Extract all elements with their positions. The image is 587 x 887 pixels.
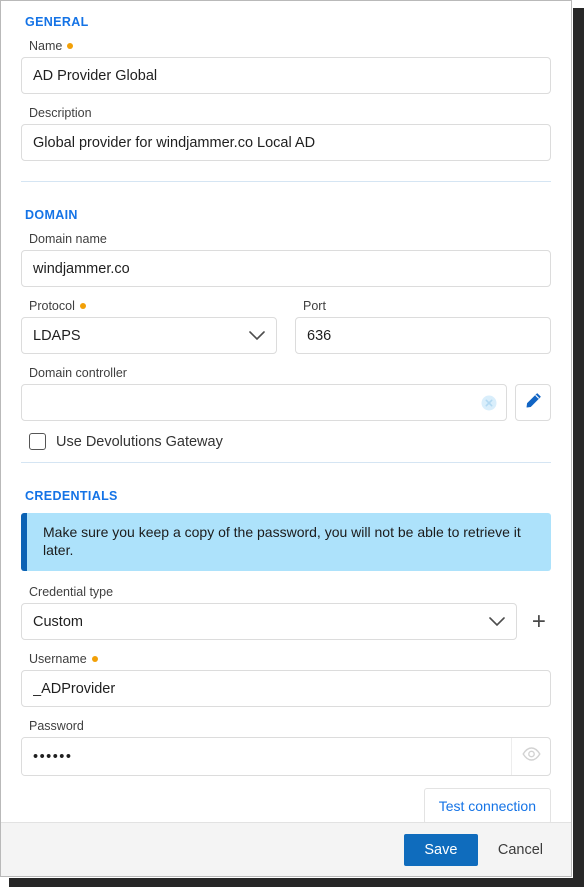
label-domain-name-text: Domain name xyxy=(29,232,107,246)
label-credential-type: Credential type xyxy=(29,585,551,599)
section-general: GENERAL Name Description xyxy=(21,15,551,181)
required-dot-icon xyxy=(92,656,98,662)
clear-icon[interactable] xyxy=(481,395,497,411)
description-input[interactable] xyxy=(21,124,551,161)
section-title-general: GENERAL xyxy=(25,15,551,29)
section-credentials: CREDENTIALS Make sure you keep a copy of… xyxy=(21,462,551,822)
label-password-text: Password xyxy=(29,719,84,733)
dialog-footer: Save Cancel xyxy=(1,822,571,876)
pencil-icon xyxy=(525,392,542,414)
label-username-text: Username xyxy=(29,652,87,666)
label-description-text: Description xyxy=(29,106,92,120)
label-protocol: Protocol xyxy=(29,299,277,313)
edit-domain-controller-button[interactable] xyxy=(515,384,551,421)
provider-settings-dialog: GENERAL Name Description DOMAIN Doma xyxy=(0,0,572,877)
label-port-text: Port xyxy=(303,299,326,313)
section-title-credentials: CREDENTIALS xyxy=(25,489,551,503)
field-port: Port xyxy=(295,299,551,354)
field-credential-type: Credential type + xyxy=(21,585,551,640)
credential-type-select-wrap[interactable] xyxy=(21,603,517,640)
toggle-password-visibility-button[interactable] xyxy=(511,738,550,775)
name-input[interactable] xyxy=(21,57,551,94)
required-dot-icon xyxy=(67,43,73,49)
field-name: Name xyxy=(21,39,551,94)
cancel-button[interactable]: Cancel xyxy=(488,834,553,866)
use-gateway-checkbox-row[interactable]: Use Devolutions Gateway xyxy=(29,433,551,450)
section-domain: DOMAIN Domain name Protocol xyxy=(21,181,551,462)
section-title-domain: DOMAIN xyxy=(25,208,551,222)
port-input[interactable] xyxy=(295,317,551,354)
required-dot-icon xyxy=(80,303,86,309)
label-port: Port xyxy=(303,299,551,313)
use-gateway-label: Use Devolutions Gateway xyxy=(56,434,223,450)
domain-controller-input[interactable] xyxy=(21,384,507,421)
label-password: Password xyxy=(29,719,551,733)
window-bottom-shadow xyxy=(9,878,584,887)
label-description: Description xyxy=(29,106,551,120)
protocol-select-wrap[interactable] xyxy=(21,317,277,354)
domain-name-input[interactable] xyxy=(21,250,551,287)
field-description: Description xyxy=(21,106,551,161)
dialog-scroll-content[interactable]: GENERAL Name Description DOMAIN Doma xyxy=(1,1,571,822)
credential-type-select[interactable] xyxy=(21,603,517,640)
label-domain-controller: Domain controller xyxy=(29,366,551,380)
label-name-text: Name xyxy=(29,39,62,53)
add-credential-button[interactable]: + xyxy=(527,607,551,637)
domain-controller-row xyxy=(21,384,551,421)
domain-controller-input-wrap xyxy=(21,384,507,421)
label-protocol-text: Protocol xyxy=(29,299,75,313)
eye-icon xyxy=(522,747,541,766)
protocol-port-row: Protocol Port xyxy=(21,299,551,366)
window-scrollbar-shadow[interactable] xyxy=(573,8,584,879)
label-credential-type-text: Credential type xyxy=(29,585,113,599)
test-connection-row: Test connection xyxy=(21,788,551,822)
save-button[interactable]: Save xyxy=(404,834,478,866)
label-domain-controller-text: Domain controller xyxy=(29,366,127,380)
password-input[interactable] xyxy=(22,738,511,775)
label-name: Name xyxy=(29,39,551,53)
field-domain-controller: Domain controller xyxy=(21,366,551,421)
field-protocol: Protocol xyxy=(21,299,277,354)
field-username: Username xyxy=(21,652,551,707)
test-connection-button[interactable]: Test connection xyxy=(424,788,551,822)
field-password: Password xyxy=(21,719,551,776)
username-input[interactable] xyxy=(21,670,551,707)
field-domain-name: Domain name xyxy=(21,232,551,287)
label-domain-name: Domain name xyxy=(29,232,551,246)
credential-type-row: + xyxy=(21,603,551,640)
password-input-wrap xyxy=(21,737,551,776)
label-username: Username xyxy=(29,652,551,666)
protocol-select[interactable] xyxy=(21,317,277,354)
password-warning-banner: Make sure you keep a copy of the passwor… xyxy=(21,513,551,571)
use-gateway-checkbox[interactable] xyxy=(29,433,46,450)
